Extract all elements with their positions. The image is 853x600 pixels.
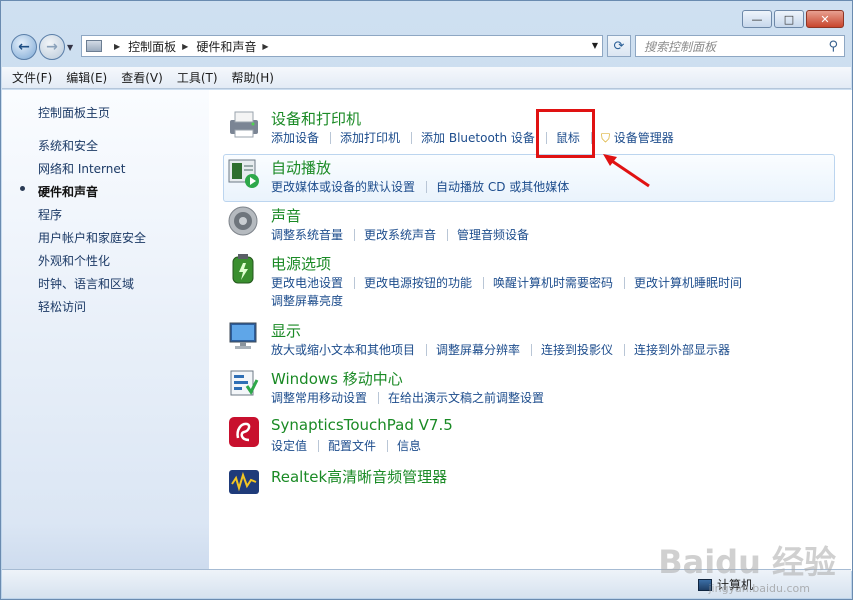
- chevron-right-icon[interactable]: ▶: [262, 42, 268, 51]
- menu-tools[interactable]: 工具(T): [177, 69, 218, 86]
- category-title[interactable]: Realtek高清晰音频管理器: [271, 466, 447, 487]
- recent-pages-dropdown-icon[interactable]: ▼: [67, 43, 73, 52]
- close-button[interactable]: ✕: [806, 10, 844, 28]
- category-power: 电源选项 更改电池设置 更改电源按钮的功能 唤醒计算机时需要密码 更改计算机睡眠时间 …: [223, 253, 837, 311]
- chevron-right-icon[interactable]: ▶: [182, 42, 188, 51]
- arrow-annotation-icon: [603, 154, 650, 188]
- category-synaptics: SynapticsTouchPad V7.5 设定值 配置文件 信息: [223, 416, 837, 456]
- link-info[interactable]: 信息: [397, 439, 421, 453]
- control-panel-window: — □ ✕ ← → ▼ ▶ 控制面板 ▶ 硬件和声音 ▶ ▼ ⟳ 搜索控制面板 ⚲ …: [0, 0, 853, 600]
- sidebar: 控制面板主页 系统和安全 网络和 Internet 硬件和声音 程序 用户帐户和…: [2, 90, 209, 571]
- main-content: 设备和打印机 添加设备 添加打印机 添加 Bluetooth 设备 鼠标 ⛉ 设备管理器…: [209, 90, 852, 571]
- sidebar-item-ease-of-access[interactable]: 轻松访问: [38, 298, 86, 315]
- category-links: 设定值 配置文件 信息: [271, 437, 831, 455]
- sidebar-item-system-security[interactable]: 系统和安全: [38, 137, 98, 154]
- control-panel-icon: [86, 40, 102, 52]
- minimize-button[interactable]: —: [742, 10, 772, 28]
- category-title[interactable]: 自动播放: [271, 157, 331, 178]
- link-power-buttons[interactable]: 更改电源按钮的功能: [364, 276, 472, 290]
- category-sound: 声音 调整系统音量 更改系统声音 管理音频设备: [223, 205, 837, 245]
- link-text-size[interactable]: 放大或缩小文本和其他项目: [271, 343, 415, 357]
- navigation-bar: ← → ▼ ▶ 控制面板 ▶ 硬件和声音 ▶ ▼ ⟳ 搜索控制面板 ⚲: [9, 33, 845, 61]
- sidebar-item-appearance[interactable]: 外观和个性化: [38, 252, 110, 269]
- category-title[interactable]: 设备和打印机: [271, 108, 361, 129]
- menu-help[interactable]: 帮助(H): [232, 69, 274, 86]
- link-sleep-time[interactable]: 更改计算机睡眠时间: [634, 276, 742, 290]
- chevron-right-icon[interactable]: ▶: [114, 42, 120, 51]
- sidebar-item-hardware-sound[interactable]: 硬件和声音: [38, 183, 98, 200]
- link-change-sounds[interactable]: 更改系统声音: [364, 228, 436, 242]
- forward-button[interactable]: →: [39, 34, 65, 60]
- category-links: 更改电池设置 更改电源按钮的功能 唤醒计算机时需要密码 更改计算机睡眠时间 调整屏幕亮…: [271, 274, 831, 310]
- menu-view[interactable]: 查看(V): [121, 69, 163, 86]
- shield-icon: ⛉: [600, 131, 610, 145]
- active-bullet-icon: [20, 186, 25, 191]
- maximize-button[interactable]: □: [774, 10, 804, 28]
- window-controls: — □ ✕: [742, 10, 844, 28]
- link-settings-value[interactable]: 设定值: [271, 439, 307, 453]
- link-brightness[interactable]: 调整屏幕亮度: [271, 294, 343, 308]
- watermark: Baidu 经验: [658, 543, 836, 581]
- link-battery-settings[interactable]: 更改电池设置: [271, 276, 343, 290]
- refresh-button[interactable]: ⟳: [607, 35, 631, 57]
- search-placeholder: 搜索控制面板: [644, 39, 717, 54]
- link-add-bluetooth[interactable]: 添加 Bluetooth 设备: [421, 131, 535, 145]
- link-presentation-settings[interactable]: 在给出演示文稿之前调整设置: [388, 391, 544, 405]
- link-resolution[interactable]: 调整屏幕分辨率: [436, 343, 520, 357]
- sidebar-item-home[interactable]: 控制面板主页: [38, 104, 110, 121]
- synaptics-icon: [229, 417, 259, 447]
- category-title[interactable]: 电源选项: [271, 253, 331, 274]
- link-wake-password[interactable]: 唤醒计算机时需要密码: [493, 276, 613, 290]
- category-autoplay: 自动播放 更改媒体或设备的默认设置 自动播放 CD 或其他媒体: [223, 157, 837, 197]
- watermark-sub: jingyan.baidu.com: [708, 582, 810, 595]
- address-dropdown-icon[interactable]: ▼: [592, 41, 598, 50]
- sidebar-item-clock-region[interactable]: 时钟、语言和区域: [38, 275, 134, 292]
- link-change-default-media[interactable]: 更改媒体或设备的默认设置: [271, 180, 415, 194]
- category-links: 更改媒体或设备的默认设置 自动播放 CD 或其他媒体: [271, 178, 831, 196]
- link-device-manager[interactable]: 设备管理器: [614, 131, 674, 145]
- address-bar[interactable]: ▶ 控制面板 ▶ 硬件和声音 ▶ ▼: [81, 35, 603, 57]
- category-mobility-center: Windows 移动中心 调整常用移动设置 在给出演示文稿之前调整设置: [223, 368, 837, 408]
- link-autoplay-cd[interactable]: 自动播放 CD 或其他媒体: [436, 180, 569, 194]
- monitor-icon: [229, 322, 257, 349]
- link-mobility-settings[interactable]: 调整常用移动设置: [271, 391, 367, 405]
- highlight-box: [536, 109, 595, 158]
- autoplay-icon: [228, 159, 259, 188]
- link-add-printer[interactable]: 添加打印机: [340, 131, 400, 145]
- category-title[interactable]: Windows 移动中心: [271, 368, 403, 389]
- battery-icon: [232, 254, 254, 284]
- back-button[interactable]: ←: [11, 34, 37, 60]
- category-realtek: Realtek高清晰音频管理器: [223, 466, 837, 500]
- sidebar-item-programs[interactable]: 程序: [38, 206, 62, 223]
- search-icon[interactable]: ⚲: [828, 39, 838, 54]
- category-links: 调整系统音量 更改系统声音 管理音频设备: [271, 226, 831, 244]
- category-title[interactable]: SynapticsTouchPad V7.5: [271, 416, 453, 434]
- mobility-center-icon: [230, 370, 259, 396]
- category-display: 显示 放大或缩小文本和其他项目 调整屏幕分辨率 连接到投影仪 连接到外部显示器: [223, 320, 837, 360]
- category-links: 调整常用移动设置 在给出演示文稿之前调整设置: [271, 389, 831, 407]
- link-projector[interactable]: 连接到投影仪: [541, 343, 613, 357]
- link-profiles[interactable]: 配置文件: [328, 439, 376, 453]
- category-devices-printers: 设备和打印机 添加设备 添加打印机 添加 Bluetooth 设备 鼠标 ⛉ 设备管理器: [223, 108, 837, 148]
- breadcrumb-hardware-sound[interactable]: 硬件和声音 ▶: [196, 38, 276, 55]
- search-input[interactable]: 搜索控制面板 ⚲: [635, 35, 845, 57]
- category-links: 放大或缩小文本和其他项目 调整屏幕分辨率 连接到投影仪 连接到外部显示器: [271, 341, 831, 359]
- menu-edit[interactable]: 编辑(E): [66, 69, 107, 86]
- breadcrumb-control-panel[interactable]: 控制面板 ▶: [128, 38, 196, 55]
- category-title[interactable]: 显示: [271, 320, 301, 341]
- link-manage-audio[interactable]: 管理音频设备: [457, 228, 529, 242]
- sidebar-item-network[interactable]: 网络和 Internet: [38, 160, 125, 177]
- printer-icon: [230, 111, 258, 138]
- speaker-icon: [228, 206, 258, 236]
- category-title[interactable]: 声音: [271, 205, 301, 226]
- refresh-icon: ⟳: [613, 38, 625, 54]
- sidebar-item-user-accounts[interactable]: 用户帐户和家庭安全: [38, 229, 146, 246]
- menu-bar: 文件(F) 编辑(E) 查看(V) 工具(T) 帮助(H): [2, 67, 851, 89]
- link-add-device[interactable]: 添加设备: [271, 131, 319, 145]
- link-external-display[interactable]: 连接到外部显示器: [634, 343, 730, 357]
- realtek-icon: [229, 470, 259, 494]
- menu-file[interactable]: 文件(F): [12, 69, 52, 86]
- link-adjust-volume[interactable]: 调整系统音量: [271, 228, 343, 242]
